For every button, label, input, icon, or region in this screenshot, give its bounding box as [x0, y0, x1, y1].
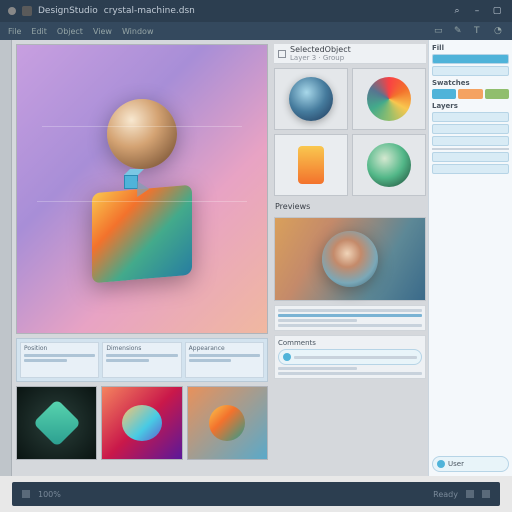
gem-icon: [33, 399, 81, 447]
section-label: Previews: [274, 200, 426, 213]
titlebar: DesignStudio crystal-machine.dsn ⌕ – ▢: [0, 0, 512, 22]
search-icon[interactable]: ⌕: [450, 4, 464, 18]
eyedropper-icon[interactable]: ◔: [494, 26, 504, 36]
artwork-cube[interactable]: [92, 185, 192, 284]
swatch-green[interactable]: [485, 89, 509, 99]
thumb-emerald[interactable]: [16, 386, 97, 460]
object-icon: [278, 50, 286, 58]
left-ruler: [0, 40, 12, 476]
inspector-header: SelectedObject Layer 3 · Group: [274, 44, 426, 64]
document-name: crystal-machine.dsn: [104, 6, 195, 16]
thumbnail-row: [16, 386, 268, 460]
property-strip: Position Dimensions Appearance: [16, 338, 268, 382]
swatch-cyan[interactable]: [432, 89, 456, 99]
layer-row[interactable]: [432, 136, 509, 146]
layer-row[interactable]: [432, 112, 509, 122]
layer-row[interactable]: [432, 124, 509, 134]
orb-icon: [367, 77, 411, 121]
inspector-column: SelectedObject Layer 3 · Group Previews …: [272, 40, 428, 476]
thumb-poly-1[interactable]: [101, 386, 182, 460]
stroke-chip[interactable]: [432, 66, 509, 76]
fill-chip[interactable]: [432, 54, 509, 64]
zoom-readout[interactable]: 100%: [38, 490, 61, 499]
menu-window[interactable]: Window: [122, 27, 154, 36]
layer-row[interactable]: [432, 152, 509, 162]
swatches-title: Swatches: [432, 79, 509, 87]
swatch-lamp[interactable]: [274, 134, 348, 196]
artboard[interactable]: [16, 44, 268, 334]
swatch-sphere-rainbow[interactable]: [352, 68, 426, 130]
ring-icon: [322, 231, 378, 287]
expand-icon[interactable]: [482, 490, 490, 498]
comments-title: Comments: [278, 339, 422, 347]
swatch-grid: [274, 68, 426, 196]
info-cell-dimensions[interactable]: Dimensions: [102, 342, 181, 378]
orb-icon: [367, 143, 411, 187]
menu-object[interactable]: Object: [57, 27, 83, 36]
info-title: Position: [24, 345, 95, 352]
main-toolbar: File Edit Object View Window ▭ ✎ T ◔: [0, 22, 512, 40]
layer-row[interactable]: [432, 164, 509, 174]
maximize-icon[interactable]: ▢: [490, 4, 504, 18]
comments-panel[interactable]: Comments: [274, 335, 426, 379]
minimize-icon[interactable]: –: [470, 4, 484, 18]
fill-section: Fill: [432, 44, 509, 76]
inspector-subtitle: Layer 3 · Group: [290, 54, 351, 62]
sphere-icon: [122, 405, 162, 441]
thumb-poly-2[interactable]: [187, 386, 268, 460]
workspace: Position Dimensions Appearance SelectedO…: [0, 40, 512, 476]
preview-large[interactable]: [274, 217, 426, 301]
select-tool-icon[interactable]: ▭: [434, 26, 444, 36]
window-close-icon[interactable]: [8, 7, 16, 15]
fill-title: Fill: [432, 44, 509, 52]
comment-pill[interactable]: [278, 349, 422, 365]
user-badge[interactable]: User: [432, 456, 509, 472]
menu-view[interactable]: View: [93, 27, 112, 36]
swatch-sphere-green[interactable]: [352, 134, 426, 196]
sphere-icon: [209, 405, 245, 441]
layers-title: Layers: [432, 102, 509, 110]
swatch-orange[interactable]: [458, 89, 482, 99]
text-tool-icon[interactable]: T: [474, 26, 484, 36]
pen-tool-icon[interactable]: ✎: [454, 26, 464, 36]
layers-section: Layers: [432, 102, 509, 174]
info-cell-appearance[interactable]: Appearance: [185, 342, 264, 378]
swatches-section: Swatches: [432, 79, 509, 99]
lamp-icon: [298, 146, 324, 184]
menu-edit[interactable]: Edit: [31, 27, 47, 36]
inspector-title: SelectedObject: [290, 45, 351, 54]
app-logo-icon: [22, 6, 32, 16]
status-text: Ready: [433, 490, 458, 499]
info-title: Dimensions: [106, 345, 177, 352]
canvas-column: Position Dimensions Appearance: [12, 40, 272, 476]
status-bar: 100% Ready: [12, 482, 500, 506]
info-cell-position[interactable]: Position: [20, 342, 99, 378]
swatch-sphere-blue[interactable]: [274, 68, 348, 130]
grid-icon[interactable]: [22, 490, 30, 498]
detail-panel: [274, 305, 426, 331]
right-panel: Fill Swatches Layers User: [428, 40, 512, 476]
info-title: Appearance: [189, 345, 260, 352]
artwork-sphere[interactable]: [107, 99, 177, 169]
avatar-icon: [283, 353, 291, 361]
swatch-row: [432, 89, 509, 99]
menu-file[interactable]: File: [8, 27, 21, 36]
user-label: User: [448, 460, 464, 468]
settings-icon[interactable]: [466, 490, 474, 498]
orb-icon: [289, 77, 333, 121]
avatar-icon: [437, 460, 445, 468]
play-icon[interactable]: [137, 181, 149, 197]
app-name: DesignStudio: [38, 6, 98, 16]
